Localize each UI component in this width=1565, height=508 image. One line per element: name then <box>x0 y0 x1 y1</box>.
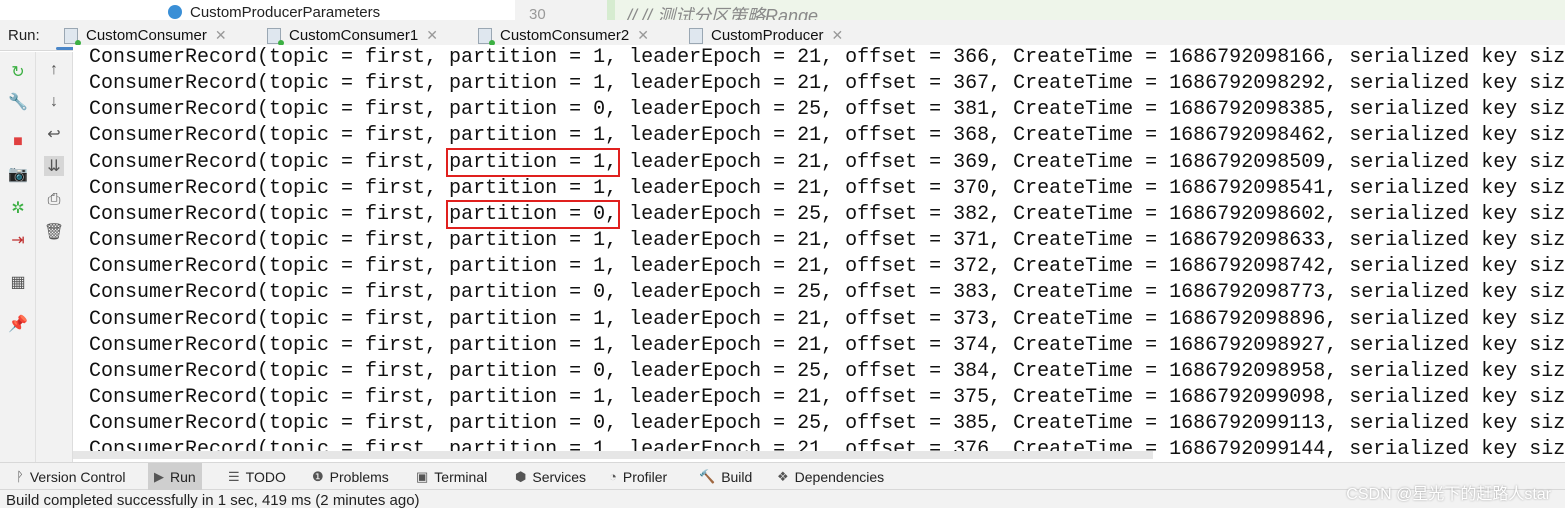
run-config-icon <box>267 27 284 46</box>
print-icon[interactable]: ⎙ <box>44 190 64 210</box>
console-line: ConsumerRecord(topic = first, partition … <box>89 333 1565 357</box>
horizontal-scrollbar[interactable] <box>73 451 1153 459</box>
console-line: ConsumerRecord(topic = first, partition … <box>89 359 1565 383</box>
console-line: ConsumerRecord(topic = first, partition … <box>89 385 1565 409</box>
soft-wrap-icon[interactable]: ↩ <box>44 124 64 144</box>
status-bar: Build completed successfully in 1 sec, 4… <box>0 490 1565 508</box>
list-icon: ☰ <box>228 468 240 484</box>
rerun-icon[interactable]: ↻ <box>8 62 28 82</box>
tab-label: CustomConsumer2 <box>500 27 630 44</box>
trash-icon[interactable]: 🗑 <box>44 222 64 242</box>
arrow-down-icon[interactable]: ↓ <box>44 92 64 112</box>
tool-services[interactable]: ⬢ Services <box>509 463 592 490</box>
tool-problems[interactable]: ❶ Problems <box>306 463 395 490</box>
close-icon[interactable]: ✕ <box>215 27 227 44</box>
tab-label: CustomConsumer1 <box>289 27 419 44</box>
hammer-icon: 🔨 <box>699 468 716 484</box>
run-config-icon <box>689 27 703 44</box>
scroll-to-end-icon[interactable]: ⇊ <box>44 156 64 176</box>
tool-build[interactable]: 🔨 Build <box>693 463 758 490</box>
tool-label: Run <box>170 468 196 485</box>
console-output[interactable]: ConsumerRecord(topic = first, partition … <box>73 45 1565 462</box>
dependencies-icon: ❖ <box>777 468 789 484</box>
camera-icon[interactable]: 📷 <box>8 164 28 184</box>
tool-label: Services <box>532 468 587 485</box>
console-line: ConsumerRecord(topic = first, partition … <box>89 199 1565 229</box>
run-label: Run: <box>8 27 40 44</box>
tool-label: TODO <box>245 468 286 485</box>
close-icon[interactable]: ✕ <box>426 27 438 44</box>
tool-profiler[interactable]: ◔ Profiler <box>603 463 673 490</box>
wrench-icon[interactable]: 🔧 <box>8 92 28 112</box>
tool-label: Dependencies <box>794 468 885 485</box>
console-line: ConsumerRecord(topic = first, partition … <box>89 176 1565 200</box>
problems-icon: ❶ <box>312 468 324 484</box>
profiler-icon: ◔ <box>609 469 617 484</box>
tool-label: Problems <box>329 468 389 485</box>
code-comment: // // 测试分区策略Range <box>607 0 1565 20</box>
login-icon[interactable]: ⇥ <box>8 230 28 250</box>
class-icon <box>168 5 182 19</box>
console-line: ConsumerRecord(topic = first, partition … <box>89 307 1565 331</box>
console-line: ConsumerRecord(topic = first, partition … <box>89 72 1565 96</box>
tool-todo[interactable]: ☰ TODO <box>222 463 292 490</box>
close-icon[interactable]: ✕ <box>832 27 844 44</box>
highlighted-partition: partition = 0, <box>446 199 621 229</box>
tool-label: Build <box>721 468 753 485</box>
tab-label: CustomProducer <box>711 27 824 44</box>
run-console-toolbar: ↑ ↓ ↩ ⇊ ⎙ 🗑 <box>36 52 73 462</box>
tool-window-bar: ᚹ Version Control ▶ Run ☰ TODO ❶ Problems ▣ Termi… <box>0 462 1565 490</box>
console-line: ConsumerRecord(topic = first, partition … <box>89 46 1565 69</box>
stop-icon[interactable]: ■ <box>8 132 28 152</box>
console-line: ConsumerRecord(topic = first, partition … <box>89 255 1565 279</box>
project-file[interactable]: CustomProducerParameters <box>190 4 380 20</box>
run-config-icon <box>478 27 495 46</box>
arrow-up-icon[interactable]: ↑ <box>44 60 64 80</box>
services-icon: ⬢ <box>515 468 527 484</box>
run-config-icon <box>64 27 81 46</box>
console-line: ConsumerRecord(topic = first, partition … <box>89 229 1565 253</box>
debug-icon[interactable]: ✲ <box>8 198 28 218</box>
console-line: ConsumerRecord(topic = first, partition … <box>89 412 1565 436</box>
tool-label: Version Control <box>29 468 126 485</box>
run-left-toolbar: ↻ 🔧 ■ 📷 ✲ ⇥ ▦ 📌 <box>0 52 36 462</box>
layout-icon[interactable]: ▦ <box>8 272 28 292</box>
console-line: ConsumerRecord(topic = first, partition … <box>89 124 1565 148</box>
tool-label: Terminal <box>434 468 488 485</box>
tab-label: CustomConsumer <box>86 27 207 44</box>
console-line: ConsumerRecord(topic = first, partition … <box>89 281 1565 305</box>
branch-icon: ᚹ <box>16 469 24 484</box>
terminal-icon: ▣ <box>416 468 429 484</box>
tool-version-control[interactable]: ᚹ Version Control <box>10 463 132 490</box>
pin-icon[interactable]: 📌 <box>8 314 28 334</box>
watermark: CSDN @星光下的赶路人star <box>1346 486 1551 503</box>
tool-dependencies[interactable]: ❖ Dependencies <box>771 463 890 490</box>
highlighted-partition: partition = 1, <box>446 147 621 177</box>
run-icon: ▶ <box>154 468 164 484</box>
tool-label: Profiler <box>622 468 668 485</box>
tool-run[interactable]: ▶ Run <box>148 463 202 490</box>
line-number: 30 <box>515 0 607 20</box>
close-icon[interactable]: ✕ <box>637 27 649 44</box>
console-line: ConsumerRecord(topic = first, partition … <box>89 147 1565 177</box>
editor-strip: CustomProducerParameters 30 // // 测试分区策略… <box>0 0 1565 20</box>
console-line: ConsumerRecord(topic = first, partition … <box>89 98 1565 122</box>
tool-terminal[interactable]: ▣ Terminal <box>410 463 493 490</box>
